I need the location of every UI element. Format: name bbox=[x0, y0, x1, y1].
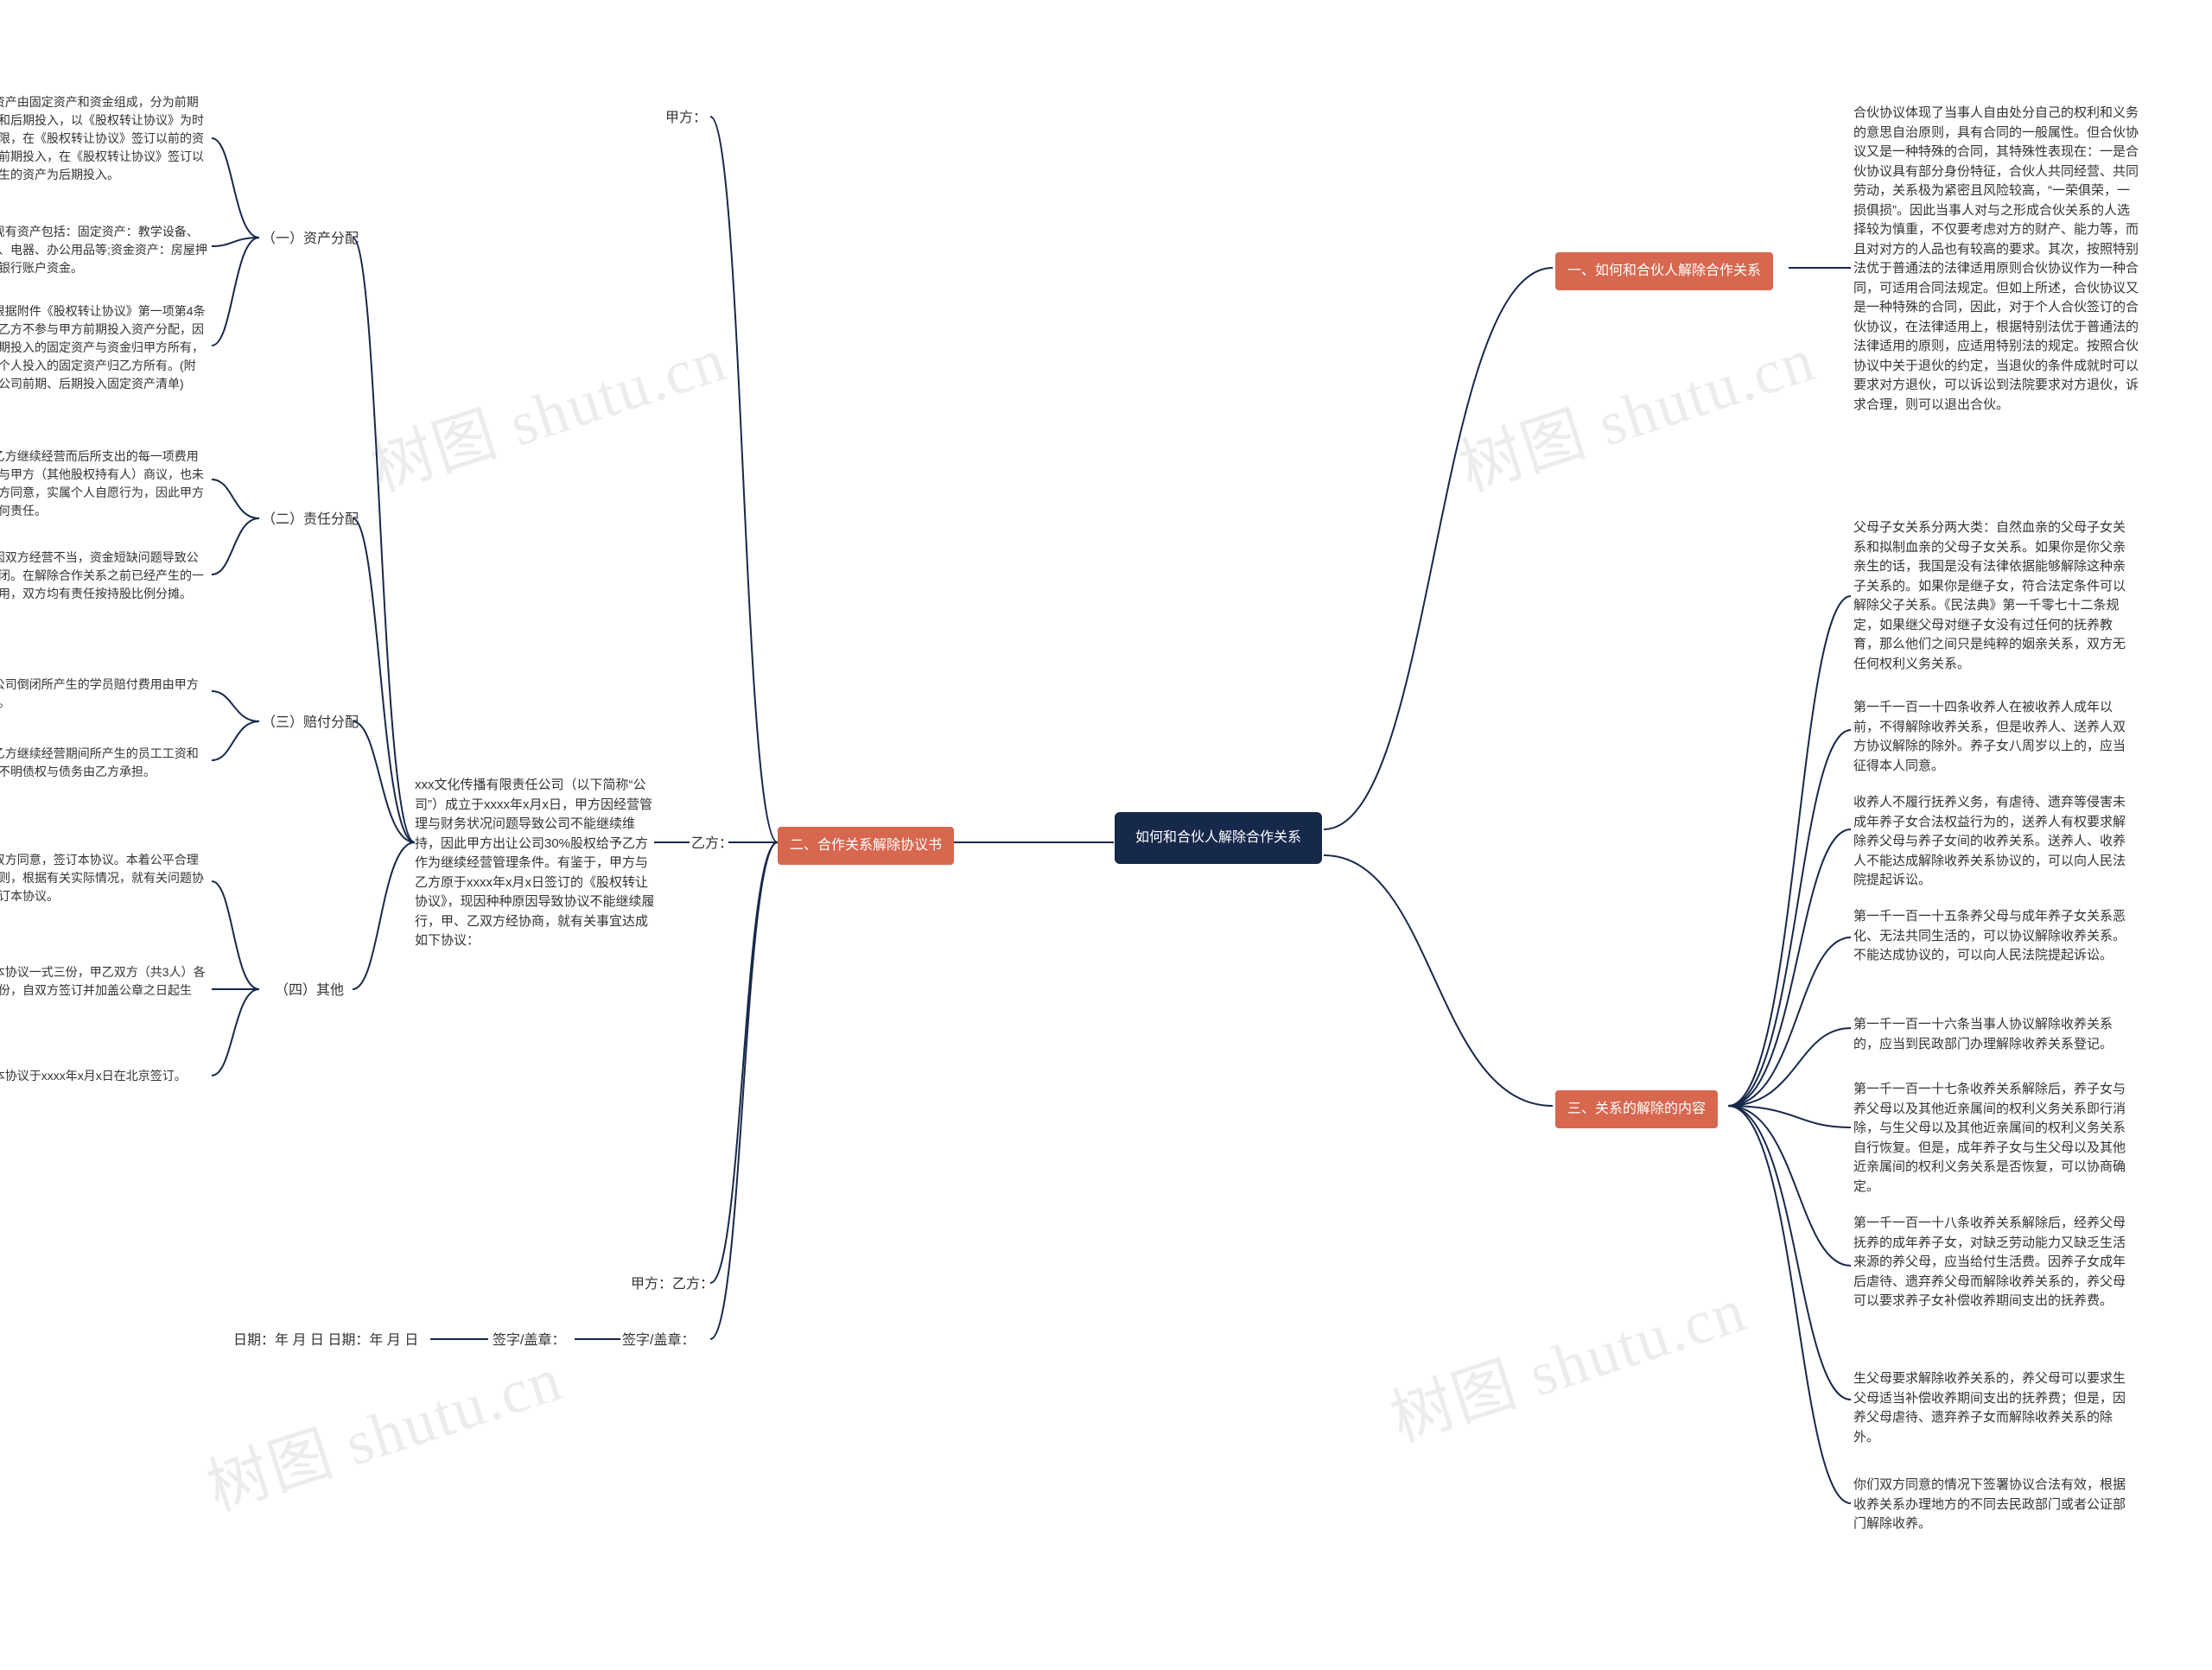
sec2-item-1: 1、乙方继续经营而后所支出的每一项费用并未与甲方（其他股权持有人）商议，也未经甲… bbox=[0, 448, 207, 520]
sign-stamp-sub: 签字/盖章： bbox=[493, 1330, 565, 1351]
branch-3-leaf-2: 第一千一百一十四条收养人在被收养人成年以前，不得解除收养关系，但是收养人、送养人… bbox=[1853, 698, 2130, 776]
branch-2-title: 二、合作关系解除协议书 bbox=[778, 827, 954, 865]
branch-1-leaf: 合伙协议体现了当事人自由处分自己的权利和义务的意思自治原则，具有合同的一般属性。… bbox=[1853, 104, 2139, 415]
sec4-item-3: 3、本协议于xxxx年x月x日在北京签订。 bbox=[0, 1067, 207, 1085]
branch-3-leaf-3: 收养人不履行抚养义务，有虐待、遗弃等侵害未成年养子女合法权益行为的，送养人有权要… bbox=[1853, 793, 2130, 891]
watermark: 树图 shutu.cn bbox=[1446, 308, 1825, 508]
section-4-title: （四）其他 bbox=[275, 981, 344, 1001]
branch-3-leaf-4: 第一千一百一十五条养父母与成年养子女关系恶化、无法共同生活的，可以协议解除收养关… bbox=[1853, 907, 2130, 966]
root-node: 如何和合伙人解除合作关系 bbox=[1115, 812, 1322, 864]
sign-row-label: 甲方：乙方： bbox=[631, 1274, 714, 1295]
branch-3-leaf-5: 第一千一百一十六条当事人协议解除收养关系的，应当到民政部门办理解除收养关系登记。 bbox=[1853, 1015, 2130, 1054]
watermark: 树图 shutu.cn bbox=[194, 1328, 572, 1527]
branch-3-leaf-8: 生父母要求解除收养关系的，养父母可以要求生父母适当补偿收养期间支出的抚养费；但是… bbox=[1853, 1369, 2130, 1447]
sec3-item-2: 2、乙方继续经营期间所产生的员工工资和其他不明债权与债务由乙方承担。 bbox=[0, 745, 207, 781]
watermark: 树图 shutu.cn bbox=[1377, 1259, 1756, 1458]
sec2-item-2: 2、因双方经营不当，资金短缺问题导致公司倒闭。在解除合作关系之前已经产生的一切费… bbox=[0, 549, 207, 603]
section-2-title: （二）责任分配 bbox=[262, 510, 359, 530]
sign-date-label: 日期：年 月 日 日期：年 月 日 bbox=[233, 1330, 418, 1351]
branch-3-leaf-7: 第一千一百一十八条收养关系解除后，经养父母抚养的成年养子女，对缺乏劳动能力又缺乏… bbox=[1853, 1214, 2130, 1311]
branch-1-title: 一、如何和合伙人解除合作关系 bbox=[1555, 252, 1773, 290]
sign-stamp-label: 签字/盖章： bbox=[622, 1330, 695, 1351]
label-jiafang: 甲方： bbox=[665, 108, 707, 129]
yifang-description: xxx文化传播有限责任公司（以下简称“公司”）成立于xxxx年x月x日，甲方因经… bbox=[415, 776, 655, 951]
label-yifang: 乙方： bbox=[691, 834, 733, 854]
watermark: 树图 shutu.cn bbox=[358, 308, 736, 508]
sec1-item-2: 2、现有资产包括：固定资产：教学设备、家具、电器、办公用品等;资金资产：房屋押金… bbox=[0, 223, 207, 277]
section-3-title: （三）赔付分配 bbox=[262, 713, 359, 733]
sec3-item-1: 1、公司倒闭所产生的学员赔付费用由甲方承担。 bbox=[0, 676, 207, 712]
sec1-item-1: 1、资产由固定资产和资金组成，分为前期投入和后期投入，以《股权转让协议》为时间界… bbox=[0, 93, 207, 184]
branch-3-leaf-1: 父母子女关系分两大类：自然血亲的父母子女关系和拟制血亲的父母子女关系。如果你是你… bbox=[1853, 518, 2130, 674]
section-1-title: （一）资产分配 bbox=[262, 229, 359, 250]
branch-3-title: 三、关系的解除的内容 bbox=[1555, 1090, 1718, 1128]
branch-3-leaf-9: 你们双方同意的情况下签署协议合法有效，根据收养关系办理地方的不同去民政部门或者公… bbox=[1853, 1476, 2130, 1534]
branch-3-leaf-6: 第一千一百一十七条收养关系解除后，养子女与养父母以及其他近亲属间的权利义务关系即… bbox=[1853, 1080, 2130, 1197]
sec1-item-3: 3、根据附件《股权转让协议》第一项第4条款，乙方不参与甲方前期投入资产分配，因此… bbox=[0, 302, 207, 393]
sec4-item-1: 1、双方同意，签订本协议。本着公平合理的原则，根据有关实际情况，就有关问题协商签… bbox=[0, 851, 207, 905]
sec4-item-2: 2、本协议一式三份，甲乙双方（共3人）各持一份，自双方签订并加盖公章之日起生效。 bbox=[0, 963, 207, 1018]
